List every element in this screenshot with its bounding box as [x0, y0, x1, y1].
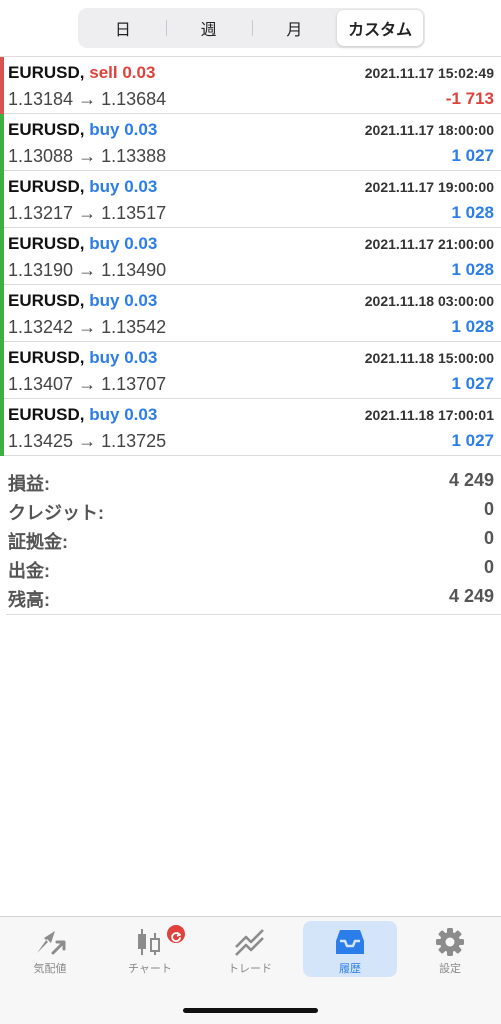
- buy-indicator-bar: [0, 171, 4, 228]
- buy-indicator-bar: [0, 342, 4, 399]
- trade-prices: 1.13425 → 1.13725: [8, 431, 167, 451]
- symbol-text: EURUSD,: [8, 63, 85, 82]
- buy-indicator-bar: [0, 114, 4, 171]
- refresh-icon: [171, 931, 181, 942]
- trade-time: 2021.11.17 21:00:00: [364, 236, 494, 252]
- buy-indicator-bar: [0, 228, 4, 285]
- trade-symbol: EURUSD, buy 0.03: [8, 177, 157, 197]
- quotes-icon: [37, 931, 66, 955]
- segment-custom[interactable]: カスタム: [337, 10, 423, 46]
- tab-label: 設定: [439, 963, 461, 975]
- trade-side: buy 0.03: [89, 405, 158, 424]
- symbol-text: EURUSD,: [8, 291, 85, 310]
- tab-quotes[interactable]: 気配値: [3, 921, 97, 977]
- sell-indicator-bar: [0, 57, 4, 114]
- symbol-text: EURUSD,: [8, 348, 85, 367]
- segment-week[interactable]: 週: [165, 10, 252, 46]
- divider: [6, 614, 501, 615]
- trade-row[interactable]: EURUSD, buy 0.03 2021.11.17 19:00:00 1.1…: [0, 171, 501, 228]
- tab-history[interactable]: 履歴: [303, 921, 397, 977]
- trade-symbol: EURUSD, sell 0.03: [8, 63, 155, 83]
- trade-symbol: EURUSD, buy 0.03: [8, 120, 157, 140]
- summary-withdrawal-row: 出金: 0: [0, 553, 501, 582]
- summary-label: クレジット:: [8, 503, 104, 523]
- summary-value: 0: [483, 528, 494, 548]
- notification-badge: [165, 923, 187, 945]
- tab-chart[interactable]: チャート: [103, 921, 197, 977]
- trade-row[interactable]: EURUSD, buy 0.03 2021.11.18 17:00:01 1.1…: [0, 399, 501, 456]
- tab-label: 履歴: [339, 963, 361, 975]
- trade-prices: 1.13088 → 1.13388: [8, 146, 167, 166]
- summary-label: 出金:: [8, 561, 50, 581]
- trade-row[interactable]: EURUSD, sell 0.03 2021.11.17 15:02:49 1.…: [0, 57, 501, 114]
- trade-row[interactable]: EURUSD, buy 0.03 2021.11.18 03:00:00 1.1…: [0, 285, 501, 342]
- summary-value: 4 249: [448, 586, 494, 606]
- trade-prices: 1.13242 → 1.13542: [8, 317, 167, 337]
- trade-time: 2021.11.18 17:00:01: [364, 407, 494, 423]
- trade-profit: -1 713: [445, 89, 494, 108]
- trade-side: buy 0.03: [89, 291, 158, 310]
- chart-icon: [138, 929, 160, 955]
- trade-prices: 1.13217 → 1.13517: [8, 203, 167, 223]
- trade-side: buy 0.03: [89, 348, 158, 367]
- summary-deposit-row: 証拠金: 0: [0, 524, 501, 553]
- tab-label: 気配値: [33, 963, 67, 975]
- settings-icon: [436, 928, 464, 956]
- trade-prices: 1.13407 → 1.13707: [8, 374, 167, 394]
- summary-value: 4 249: [448, 470, 494, 490]
- segment-month[interactable]: 月: [251, 10, 338, 46]
- trade-prices: 1.13184 → 1.13684: [8, 89, 167, 109]
- summary-credit-row: クレジット: 0: [0, 495, 501, 524]
- summary-balance-row: 残高: 4 249: [0, 582, 501, 611]
- trade-profit: 1 028: [451, 260, 494, 279]
- buy-indicator-bar: [0, 399, 4, 456]
- account-summary: 損益: 4 249 クレジット: 0 証拠金: 0 出金: 0 残高: 4 24…: [0, 466, 501, 611]
- trade-side: buy 0.03: [89, 177, 158, 196]
- trade-side: sell 0.03: [89, 63, 156, 82]
- trade-profit: 1 027: [451, 431, 494, 450]
- history-icon: [336, 930, 364, 954]
- trade-side: buy 0.03: [89, 120, 158, 139]
- trade-profit: 1 028: [451, 317, 494, 336]
- trade-side: buy 0.03: [89, 234, 158, 253]
- tab-settings[interactable]: 設定: [403, 921, 497, 977]
- symbol-text: EURUSD,: [8, 405, 85, 424]
- trade-symbol: EURUSD, buy 0.03: [8, 348, 157, 368]
- trade-time: 2021.11.17 18:00:00: [364, 122, 494, 138]
- summary-profit-row: 損益: 4 249: [0, 466, 501, 495]
- trade-symbol: EURUSD, buy 0.03: [8, 234, 157, 254]
- trade-row[interactable]: EURUSD, buy 0.03 2021.11.18 15:00:00 1.1…: [0, 342, 501, 399]
- summary-value: 0: [483, 499, 494, 519]
- trade-time: 2021.11.17 15:02:49: [364, 65, 494, 81]
- trade-history-list: EURUSD, sell 0.03 2021.11.17 15:02:49 1.…: [0, 57, 501, 456]
- trade-time: 2021.11.18 03:00:00: [364, 293, 494, 309]
- buy-indicator-bar: [0, 285, 4, 342]
- trade-profit: 1 027: [451, 146, 494, 165]
- tab-label: チャート: [128, 963, 172, 975]
- trade-profit: 1 027: [451, 374, 494, 393]
- symbol-text: EURUSD,: [8, 120, 85, 139]
- trade-symbol: EURUSD, buy 0.03: [8, 405, 157, 425]
- summary-value: 0: [483, 557, 494, 577]
- trade-profit: 1 028: [451, 203, 494, 222]
- period-selector-bar: 日 週 月 カスタム: [0, 0, 501, 56]
- trade-prices: 1.13190 → 1.13490: [8, 260, 167, 280]
- trade-icon: [235, 929, 264, 956]
- summary-label: 残高:: [8, 590, 50, 610]
- summary-label: 損益:: [8, 474, 50, 494]
- symbol-text: EURUSD,: [8, 234, 85, 253]
- tab-trade[interactable]: トレード: [203, 921, 297, 977]
- trade-time: 2021.11.18 15:00:00: [364, 350, 494, 366]
- trade-time: 2021.11.17 19:00:00: [364, 179, 494, 195]
- segment-day[interactable]: 日: [80, 10, 166, 46]
- trade-symbol: EURUSD, buy 0.03: [8, 291, 157, 311]
- summary-label: 証拠金:: [8, 532, 68, 552]
- home-indicator[interactable]: [183, 1008, 318, 1013]
- period-segmented-control: 日 週 月 カスタム: [78, 8, 425, 48]
- trade-row[interactable]: EURUSD, buy 0.03 2021.11.17 18:00:00 1.1…: [0, 114, 501, 171]
- tab-label: トレード: [228, 963, 272, 975]
- symbol-text: EURUSD,: [8, 177, 85, 196]
- trade-row[interactable]: EURUSD, buy 0.03 2021.11.17 21:00:00 1.1…: [0, 228, 501, 285]
